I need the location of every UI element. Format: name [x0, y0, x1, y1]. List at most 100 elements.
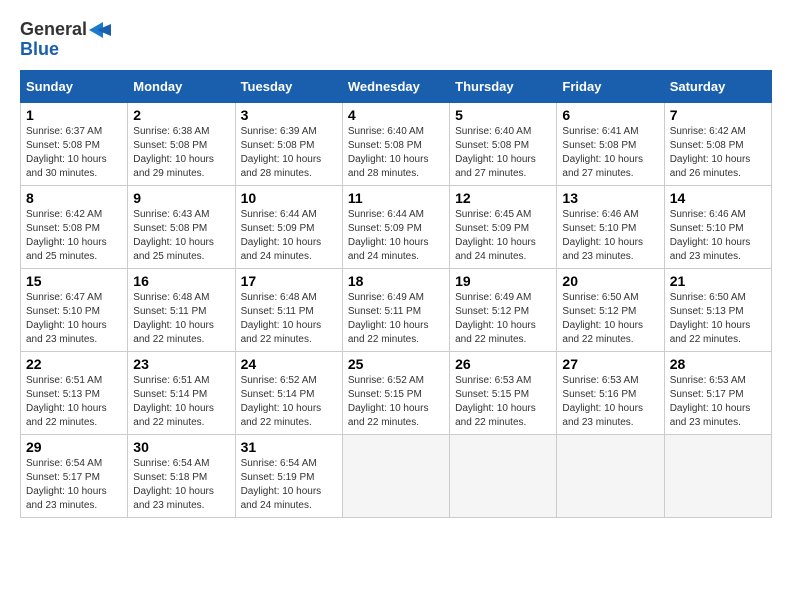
- calendar-cell: 7 Sunrise: 6:42 AMSunset: 5:08 PMDaylight…: [664, 102, 771, 185]
- day-number: 8: [26, 190, 122, 206]
- calendar-cell: 31Sunrise: 6:54 AMSunset: 5:19 PMDayligh…: [235, 434, 342, 517]
- day-info: Sunrise: 6:40 AMSunset: 5:08 PMDaylight:…: [455, 126, 536, 179]
- calendar-cell: 16 Sunrise: 6:48 AMSunset: 5:11 PMDayligh…: [128, 268, 235, 351]
- week-row-4: 29 Sunrise: 6:54 AMSunset: 5:17 PMDayligh…: [21, 434, 772, 517]
- calendar-cell: 24 Sunrise: 6:52 AMSunset: 5:14 PMDayligh…: [235, 351, 342, 434]
- day-info: Sunrise: 6:50 AMSunset: 5:13 PMDaylight:…: [670, 292, 751, 345]
- day-info: Sunrise: 6:54 AMSunset: 5:18 PMDaylight:…: [133, 458, 214, 511]
- day-number: 29: [26, 439, 122, 455]
- day-info: Sunrise: 6:53 AMSunset: 5:15 PMDaylight:…: [455, 375, 536, 428]
- day-number: 5: [455, 107, 551, 123]
- day-info: Sunrise: 6:50 AMSunset: 5:12 PMDaylight:…: [562, 292, 643, 345]
- col-header-thursday: Thursday: [450, 70, 557, 102]
- calendar-cell: 23Sunrise: 6:51 AMSunset: 5:14 PMDayligh…: [128, 351, 235, 434]
- col-header-saturday: Saturday: [664, 70, 771, 102]
- logo-bird-icon: [89, 22, 111, 38]
- logo: General Blue: [20, 20, 111, 60]
- day-info: Sunrise: 6:53 AMSunset: 5:17 PMDaylight:…: [670, 375, 751, 428]
- day-number: 11: [348, 190, 444, 206]
- calendar-cell: 13Sunrise: 6:46 AMSunset: 5:10 PMDayligh…: [557, 185, 664, 268]
- day-info: Sunrise: 6:38 AMSunset: 5:08 PMDaylight:…: [133, 126, 214, 179]
- day-number: 31: [241, 439, 337, 455]
- calendar-table: SundayMondayTuesdayWednesdayThursdayFrid…: [20, 70, 772, 518]
- calendar-cell: 8 Sunrise: 6:42 AMSunset: 5:08 PMDaylight…: [21, 185, 128, 268]
- calendar-cell: [450, 434, 557, 517]
- day-number: 9: [133, 190, 229, 206]
- day-number: 24: [241, 356, 337, 372]
- logo-general: General: [20, 20, 87, 40]
- day-number: 22: [26, 356, 122, 372]
- day-info: Sunrise: 6:48 AMSunset: 5:11 PMDaylight:…: [133, 292, 214, 345]
- day-number: 25: [348, 356, 444, 372]
- day-info: Sunrise: 6:54 AMSunset: 5:17 PMDaylight:…: [26, 458, 107, 511]
- day-info: Sunrise: 6:46 AMSunset: 5:10 PMDaylight:…: [670, 209, 751, 262]
- col-header-monday: Monday: [128, 70, 235, 102]
- day-info: Sunrise: 6:44 AMSunset: 5:09 PMDaylight:…: [348, 209, 429, 262]
- day-number: 2: [133, 107, 229, 123]
- day-number: 21: [670, 273, 766, 289]
- header-row: SundayMondayTuesdayWednesdayThursdayFrid…: [21, 70, 772, 102]
- day-number: 27: [562, 356, 658, 372]
- calendar-cell: 19 Sunrise: 6:49 AMSunset: 5:12 PMDayligh…: [450, 268, 557, 351]
- day-number: 12: [455, 190, 551, 206]
- calendar-cell: 20 Sunrise: 6:50 AMSunset: 5:12 PMDayligh…: [557, 268, 664, 351]
- day-number: 20: [562, 273, 658, 289]
- day-number: 23: [133, 356, 229, 372]
- day-number: 7: [670, 107, 766, 123]
- calendar-cell: 4Sunrise: 6:40 AMSunset: 5:08 PMDaylight…: [342, 102, 449, 185]
- col-header-tuesday: Tuesday: [235, 70, 342, 102]
- calendar-cell: 2 Sunrise: 6:38 AMSunset: 5:08 PMDaylight…: [128, 102, 235, 185]
- calendar-cell: 28 Sunrise: 6:53 AMSunset: 5:17 PMDayligh…: [664, 351, 771, 434]
- day-number: 13: [562, 190, 658, 206]
- day-number: 30: [133, 439, 229, 455]
- calendar-cell: 15Sunrise: 6:47 AMSunset: 5:10 PMDayligh…: [21, 268, 128, 351]
- day-info: Sunrise: 6:52 AMSunset: 5:14 PMDaylight:…: [241, 375, 322, 428]
- calendar-cell: [557, 434, 664, 517]
- calendar-cell: 21 Sunrise: 6:50 AMSunset: 5:13 PMDayligh…: [664, 268, 771, 351]
- header: General Blue: [20, 20, 772, 60]
- calendar-cell: 9 Sunrise: 6:43 AMSunset: 5:08 PMDaylight…: [128, 185, 235, 268]
- day-info: Sunrise: 6:39 AMSunset: 5:08 PMDaylight:…: [241, 126, 322, 179]
- week-row-0: 1 Sunrise: 6:37 AMSunset: 5:08 PMDaylight…: [21, 102, 772, 185]
- day-info: Sunrise: 6:37 AMSunset: 5:08 PMDaylight:…: [26, 126, 107, 179]
- day-info: Sunrise: 6:43 AMSunset: 5:08 PMDaylight:…: [133, 209, 214, 262]
- col-header-sunday: Sunday: [21, 70, 128, 102]
- day-info: Sunrise: 6:48 AMSunset: 5:11 PMDaylight:…: [241, 292, 322, 345]
- calendar-cell: 11 Sunrise: 6:44 AMSunset: 5:09 PMDayligh…: [342, 185, 449, 268]
- day-number: 14: [670, 190, 766, 206]
- calendar-cell: 26 Sunrise: 6:53 AMSunset: 5:15 PMDayligh…: [450, 351, 557, 434]
- col-header-wednesday: Wednesday: [342, 70, 449, 102]
- calendar-cell: 6Sunrise: 6:41 AMSunset: 5:08 PMDaylight…: [557, 102, 664, 185]
- day-number: 28: [670, 356, 766, 372]
- calendar-cell: 3Sunrise: 6:39 AMSunset: 5:08 PMDaylight…: [235, 102, 342, 185]
- calendar-cell: 27Sunrise: 6:53 AMSunset: 5:16 PMDayligh…: [557, 351, 664, 434]
- day-info: Sunrise: 6:44 AMSunset: 5:09 PMDaylight:…: [241, 209, 322, 262]
- week-row-3: 22 Sunrise: 6:51 AMSunset: 5:13 PMDayligh…: [21, 351, 772, 434]
- day-info: Sunrise: 6:42 AMSunset: 5:08 PMDaylight:…: [670, 126, 751, 179]
- day-info: Sunrise: 6:40 AMSunset: 5:08 PMDaylight:…: [348, 126, 429, 179]
- day-info: Sunrise: 6:42 AMSunset: 5:08 PMDaylight:…: [26, 209, 107, 262]
- day-info: Sunrise: 6:49 AMSunset: 5:11 PMDaylight:…: [348, 292, 429, 345]
- logo-text-block: General Blue: [20, 20, 111, 60]
- day-number: 1: [26, 107, 122, 123]
- day-number: 19: [455, 273, 551, 289]
- day-number: 16: [133, 273, 229, 289]
- calendar-cell: 17Sunrise: 6:48 AMSunset: 5:11 PMDayligh…: [235, 268, 342, 351]
- calendar-cell: 1 Sunrise: 6:37 AMSunset: 5:08 PMDaylight…: [21, 102, 128, 185]
- day-info: Sunrise: 6:52 AMSunset: 5:15 PMDaylight:…: [348, 375, 429, 428]
- day-number: 15: [26, 273, 122, 289]
- logo-blue: Blue: [20, 40, 59, 60]
- day-info: Sunrise: 6:49 AMSunset: 5:12 PMDaylight:…: [455, 292, 536, 345]
- day-info: Sunrise: 6:45 AMSunset: 5:09 PMDaylight:…: [455, 209, 536, 262]
- calendar-cell: 14 Sunrise: 6:46 AMSunset: 5:10 PMDayligh…: [664, 185, 771, 268]
- calendar-cell: 22 Sunrise: 6:51 AMSunset: 5:13 PMDayligh…: [21, 351, 128, 434]
- calendar-cell: 5 Sunrise: 6:40 AMSunset: 5:08 PMDaylight…: [450, 102, 557, 185]
- day-number: 26: [455, 356, 551, 372]
- calendar-cell: 12 Sunrise: 6:45 AMSunset: 5:09 PMDayligh…: [450, 185, 557, 268]
- calendar-cell: 30 Sunrise: 6:54 AMSunset: 5:18 PMDayligh…: [128, 434, 235, 517]
- day-info: Sunrise: 6:51 AMSunset: 5:13 PMDaylight:…: [26, 375, 107, 428]
- calendar-cell: 10 Sunrise: 6:44 AMSunset: 5:09 PMDayligh…: [235, 185, 342, 268]
- day-number: 10: [241, 190, 337, 206]
- day-info: Sunrise: 6:41 AMSunset: 5:08 PMDaylight:…: [562, 126, 643, 179]
- week-row-1: 8 Sunrise: 6:42 AMSunset: 5:08 PMDaylight…: [21, 185, 772, 268]
